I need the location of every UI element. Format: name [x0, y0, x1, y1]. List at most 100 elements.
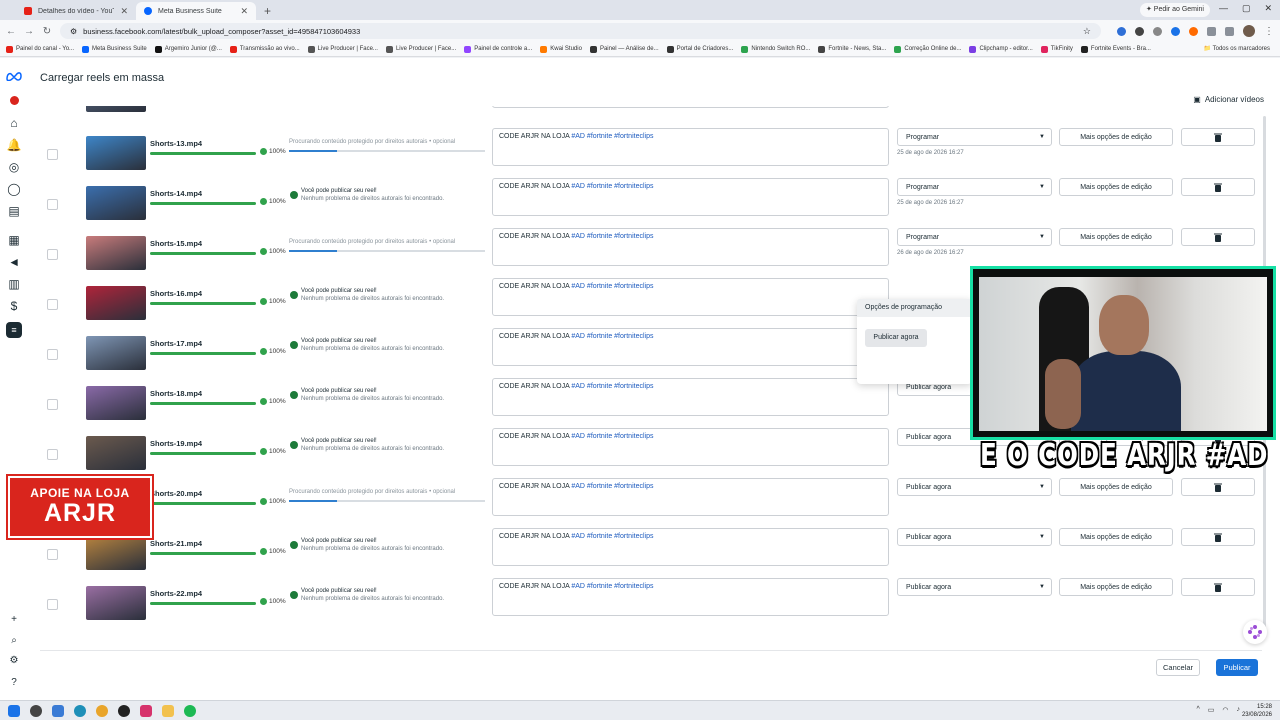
extension-icon[interactable]: [1135, 26, 1144, 36]
description-input[interactable]: CODE ARJR NA LOJA #AD #fortnite #fortnit…: [492, 228, 889, 266]
bookmark-item[interactable]: Painel — Análise de...: [589, 45, 659, 53]
new-tab-button[interactable]: +: [256, 2, 279, 20]
delete-button[interactable]: [1181, 528, 1255, 546]
video-thumbnail[interactable]: [86, 106, 146, 112]
video-thumbnail[interactable]: [86, 336, 146, 370]
profile-avatar[interactable]: [1243, 25, 1255, 37]
forward-icon[interactable]: →: [24, 26, 34, 37]
back-icon[interactable]: ←: [6, 26, 16, 37]
more-edit-options-button[interactable]: Mais opções de edição: [1059, 528, 1173, 546]
monetization-icon[interactable]: $: [9, 299, 20, 313]
add-videos-button[interactable]: ▣ Adicionar vídeos: [1193, 92, 1264, 106]
description-input[interactable]: CODE ARJR NA LOJA #AD #fortnite #fortnit…: [492, 106, 889, 108]
publish-option-select[interactable]: Programar ▼: [897, 228, 1052, 246]
bookmark-item[interactable]: Portal de Criadores...: [666, 45, 733, 53]
menu-dots-icon[interactable]: ⋮: [1264, 26, 1274, 37]
bookmark-item[interactable]: TikFinity: [1040, 45, 1073, 53]
extension-icon[interactable]: [1171, 26, 1180, 36]
description-input[interactable]: CODE ARJR NA LOJA #AD #fortnite #fortnit…: [492, 378, 889, 416]
all-bookmarks-button[interactable]: 📁 Todos os marcadores: [1197, 42, 1270, 56]
delete-button[interactable]: [1181, 228, 1255, 246]
bookmark-item[interactable]: Clipchamp - editor...: [969, 45, 1033, 53]
address-bar[interactable]: ⚙ business.facebook.com/latest/bulk_uplo…: [60, 23, 1101, 39]
close-window-icon[interactable]: ✕: [1264, 3, 1272, 14]
bookmark-item[interactable]: Live Producer | Face...: [385, 45, 456, 53]
insights-icon[interactable]: ▥: [8, 277, 19, 291]
row-checkbox[interactable]: [47, 549, 58, 560]
windows-start-icon[interactable]: [8, 704, 20, 717]
maximize-icon[interactable]: ▢: [1242, 3, 1251, 14]
video-thumbnail[interactable]: [86, 136, 146, 170]
bookmark-item[interactable]: Painel do canal - Yo...: [6, 45, 74, 53]
row-checkbox[interactable]: [47, 399, 58, 410]
description-input[interactable]: CODE ARJR NA LOJA #AD #fortnite #fortnit…: [492, 178, 889, 216]
network-icon[interactable]: ▭: [1208, 706, 1215, 714]
app-icon[interactable]: [30, 704, 42, 717]
description-input[interactable]: CODE ARJR NA LOJA #AD #fortnite #fortnit…: [492, 128, 889, 166]
publish-option-select[interactable]: Publicar agora ▼: [897, 528, 1052, 546]
close-tab-icon[interactable]: ✕: [240, 6, 248, 17]
video-thumbnail[interactable]: [86, 186, 146, 220]
edge-icon[interactable]: [74, 704, 86, 717]
bookmark-item[interactable]: Live Producer | Face...: [307, 45, 378, 53]
delete-button[interactable]: [1181, 178, 1255, 196]
video-thumbnail[interactable]: [86, 286, 146, 320]
more-edit-options-button[interactable]: Mais opções de edição: [1059, 478, 1173, 496]
profile-icon[interactable]: [9, 95, 20, 106]
app-icon[interactable]: [140, 704, 152, 717]
chrome-icon[interactable]: [96, 704, 108, 717]
description-input[interactable]: CODE ARJR NA LOJA #AD #fortnite #fortnit…: [492, 428, 889, 466]
wifi-icon[interactable]: ◠: [1222, 706, 1228, 714]
delete-button[interactable]: [1181, 478, 1255, 496]
gemini-button[interactable]: ✦ Pedir ao Gemini: [1139, 3, 1210, 17]
create-icon[interactable]: +: [8, 613, 20, 625]
extension-icon[interactable]: [1189, 26, 1198, 36]
schedule-options-header[interactable]: Opções de programação: [857, 299, 972, 317]
notifications-icon[interactable]: 🔔: [7, 138, 22, 152]
bookmark-item[interactable]: Painel de controle a...: [464, 45, 532, 53]
bookmark-item[interactable]: Kwai Studio: [540, 45, 582, 53]
bookmark-item[interactable]: Correção Online de...: [894, 45, 961, 53]
extension-icon[interactable]: [1117, 26, 1126, 36]
reload-icon[interactable]: ↻: [42, 26, 52, 37]
clock[interactable]: 15:28 23/08/2026: [1242, 703, 1272, 719]
compass-icon[interactable]: ◎: [9, 160, 20, 174]
spotify-icon[interactable]: [184, 704, 196, 717]
publish-option-select[interactable]: Programar ▼: [897, 128, 1052, 146]
publish-option-select[interactable]: Publicar agora ▼: [897, 478, 1052, 496]
row-checkbox[interactable]: [47, 199, 58, 210]
video-thumbnail[interactable]: [86, 386, 146, 420]
row-checkbox[interactable]: [47, 349, 58, 360]
bookmark-item[interactable]: Argemiro Junior (@...: [154, 45, 222, 53]
inbox-icon[interactable]: ▤: [8, 204, 19, 218]
description-input[interactable]: CODE ARJR NA LOJA #AD #fortnite #fortnit…: [492, 478, 889, 516]
cancel-button[interactable]: Cancelar: [1156, 659, 1200, 676]
extension-icon[interactable]: [1153, 26, 1162, 36]
site-info-icon[interactable]: ⚙: [70, 27, 77, 36]
tab-meta-business-suite[interactable]: Meta Business Suite ✕: [136, 2, 256, 20]
chevron-up-icon[interactable]: ^: [1196, 706, 1199, 714]
description-input[interactable]: CODE ARJR NA LOJA #AD #fortnite #fortnit…: [492, 578, 889, 616]
row-checkbox[interactable]: [47, 299, 58, 310]
row-checkbox[interactable]: [47, 599, 58, 610]
meta-logo-icon[interactable]: [5, 71, 23, 81]
publish-option-select[interactable]: Programar ▼: [897, 178, 1052, 196]
instagram-icon[interactable]: ◯: [7, 182, 20, 196]
video-thumbnail[interactable]: [86, 536, 146, 570]
close-tab-icon[interactable]: ✕: [120, 6, 128, 17]
bookmark-item[interactable]: Fortnite Events - Bra...: [1080, 45, 1151, 53]
more-edit-options-button[interactable]: Mais opções de edição: [1059, 228, 1173, 246]
more-edit-options-button[interactable]: Mais opções de edição: [1059, 178, 1173, 196]
row-checkbox[interactable]: [47, 249, 58, 260]
bookmark-item[interactable]: Fortnite - News, Sta...: [818, 45, 886, 53]
tab-youtube[interactable]: Detalhes do vídeo - YouTube S ✕: [16, 2, 136, 20]
calendar-icon[interactable]: ▦: [8, 233, 19, 247]
obs-icon[interactable]: [118, 704, 130, 717]
ai-assistant-icon[interactable]: [1243, 620, 1267, 644]
description-input[interactable]: CODE ARJR NA LOJA #AD #fortnite #fortnit…: [492, 328, 889, 366]
description-input[interactable]: CODE ARJR NA LOJA #AD #fortnite #fortnit…: [492, 528, 889, 566]
publish-now-option[interactable]: Publicar agora: [865, 329, 927, 347]
more-edit-options-button[interactable]: Mais opções de edição: [1059, 128, 1173, 146]
row-checkbox[interactable]: [47, 149, 58, 160]
minimize-icon[interactable]: —: [1219, 3, 1228, 14]
